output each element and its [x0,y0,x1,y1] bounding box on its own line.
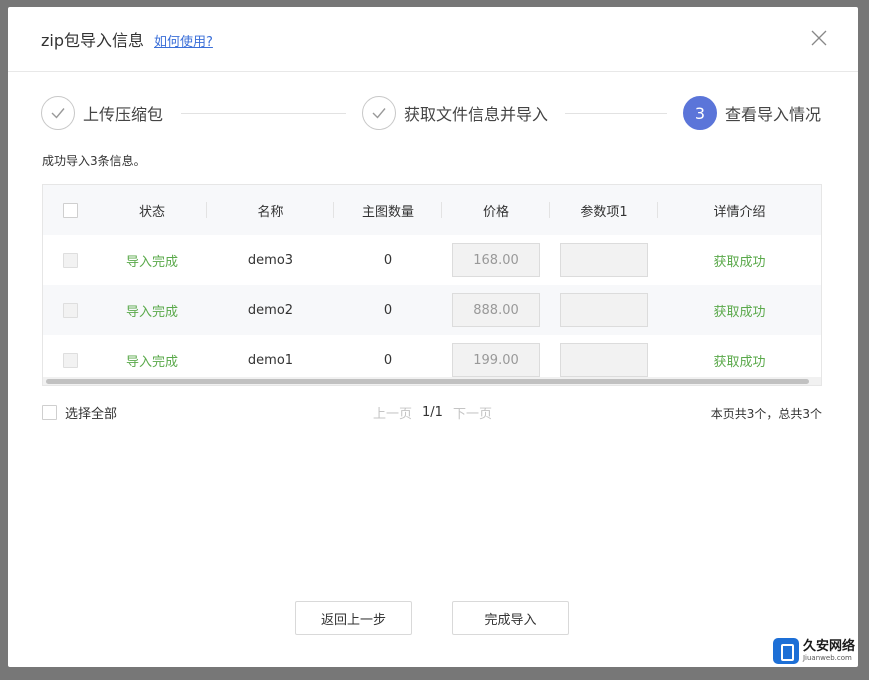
header-checkbox[interactable] [62,202,78,218]
step-number: 3 [683,96,717,130]
help-link[interactable]: 如何使用? [154,31,213,50]
page-indicator: 1/1 [422,405,443,420]
step-fetch-import: 获取文件信息并导入 [362,96,548,130]
result-message: 成功导入3条信息。 [42,154,146,168]
horizontal-scrollbar[interactable] [43,377,821,385]
name-cell: demo2 [247,302,294,318]
close-icon[interactable] [810,29,828,47]
price-input[interactable]: 888.00 [452,293,540,327]
column-header: 名称 [207,185,334,235]
step-connector [181,113,346,114]
param-cell [550,235,658,285]
import-dialog: zip包导入信息 如何使用? 上传压缩包 获取文件信息并导入 3 查看导入情况 … [8,7,858,667]
dialog-header: zip包导入信息 如何使用? [8,7,858,72]
row-checkbox[interactable] [62,352,78,368]
prev-page-link[interactable]: 上一页 [373,403,412,422]
step-label: 获取文件信息并导入 [404,105,549,124]
select-all-toggle[interactable]: 选择全部 [42,403,117,422]
column-header: 参数项1 [550,185,658,235]
table-footer: 选择全部 上一页 1/1 下一页 本页共3个，总共3个 [42,403,822,423]
table-header: 状态 名称 主图数量 价格 参数项1 详情介绍 [43,185,821,235]
step-indicator: 上传压缩包 获取文件信息并导入 3 查看导入情况 [41,96,823,132]
finish-import-button[interactable]: 完成导入 [452,601,569,635]
select-all-label: 选择全部 [65,407,118,422]
column-header: 主图数量 [334,185,442,235]
back-button[interactable]: 返回上一步 [295,601,412,635]
row-checkbox-cell [43,235,97,285]
row-checkbox-cell [43,285,97,335]
column-header: 价格 [442,185,550,235]
import-table: 状态 名称 主图数量 价格 参数项1 详情介绍 导入完成 demo3 0 168… [42,184,822,386]
table-row: 导入完成 demo2 0 888.00 获取成功 [43,285,821,335]
param-cell [550,285,658,335]
column-header: 详情介绍 [713,204,766,220]
detail-cell: 获取成功 [713,254,766,270]
param1-input[interactable] [560,243,648,277]
price-cell: 168.00 [442,235,550,285]
watermark: 久安网络 Jiuanweb.com [772,638,855,664]
check-icon [41,96,75,130]
brand-logo-icon [772,638,799,664]
step-label: 上传压缩包 [83,105,164,124]
select-all-checkbox[interactable] [42,405,57,420]
watermark-sub: Jiuanweb.com [802,654,852,662]
image-count-cell: 0 [383,252,393,268]
status-cell: 导入完成 [125,254,178,270]
row-checkbox[interactable] [62,302,78,318]
page-count-info: 本页共3个，总共3个 [710,407,822,421]
column-header: 状态 [97,185,207,235]
param1-input[interactable] [560,293,648,327]
header-checkbox-cell [43,185,97,235]
table-row: 导入完成 demo3 0 168.00 获取成功 [43,235,821,285]
watermark-main: 久安网络 [802,639,855,654]
next-page-link[interactable]: 下一页 [453,403,492,422]
dialog-title: zip包导入信息 [41,31,145,50]
detail-cell: 获取成功 [713,304,766,320]
step-label: 查看导入情况 [725,105,822,124]
scrollbar-thumb[interactable] [46,379,809,384]
row-checkbox[interactable] [62,252,78,268]
price-input[interactable]: 168.00 [452,243,540,277]
price-input[interactable]: 199.00 [452,343,540,377]
param1-input[interactable] [560,343,648,377]
price-cell: 888.00 [442,285,550,335]
watermark-text: 久安网络 Jiuanweb.com [802,639,855,663]
pagination: 上一页 1/1 下一页 [373,403,492,422]
name-cell: demo3 [247,252,294,268]
check-icon [362,96,396,130]
image-count-cell: 0 [383,302,393,318]
step-view-result: 3 查看导入情况 [683,96,821,130]
status-cell: 导入完成 [125,304,178,320]
step-upload: 上传压缩包 [41,96,163,130]
step-connector [565,113,667,114]
